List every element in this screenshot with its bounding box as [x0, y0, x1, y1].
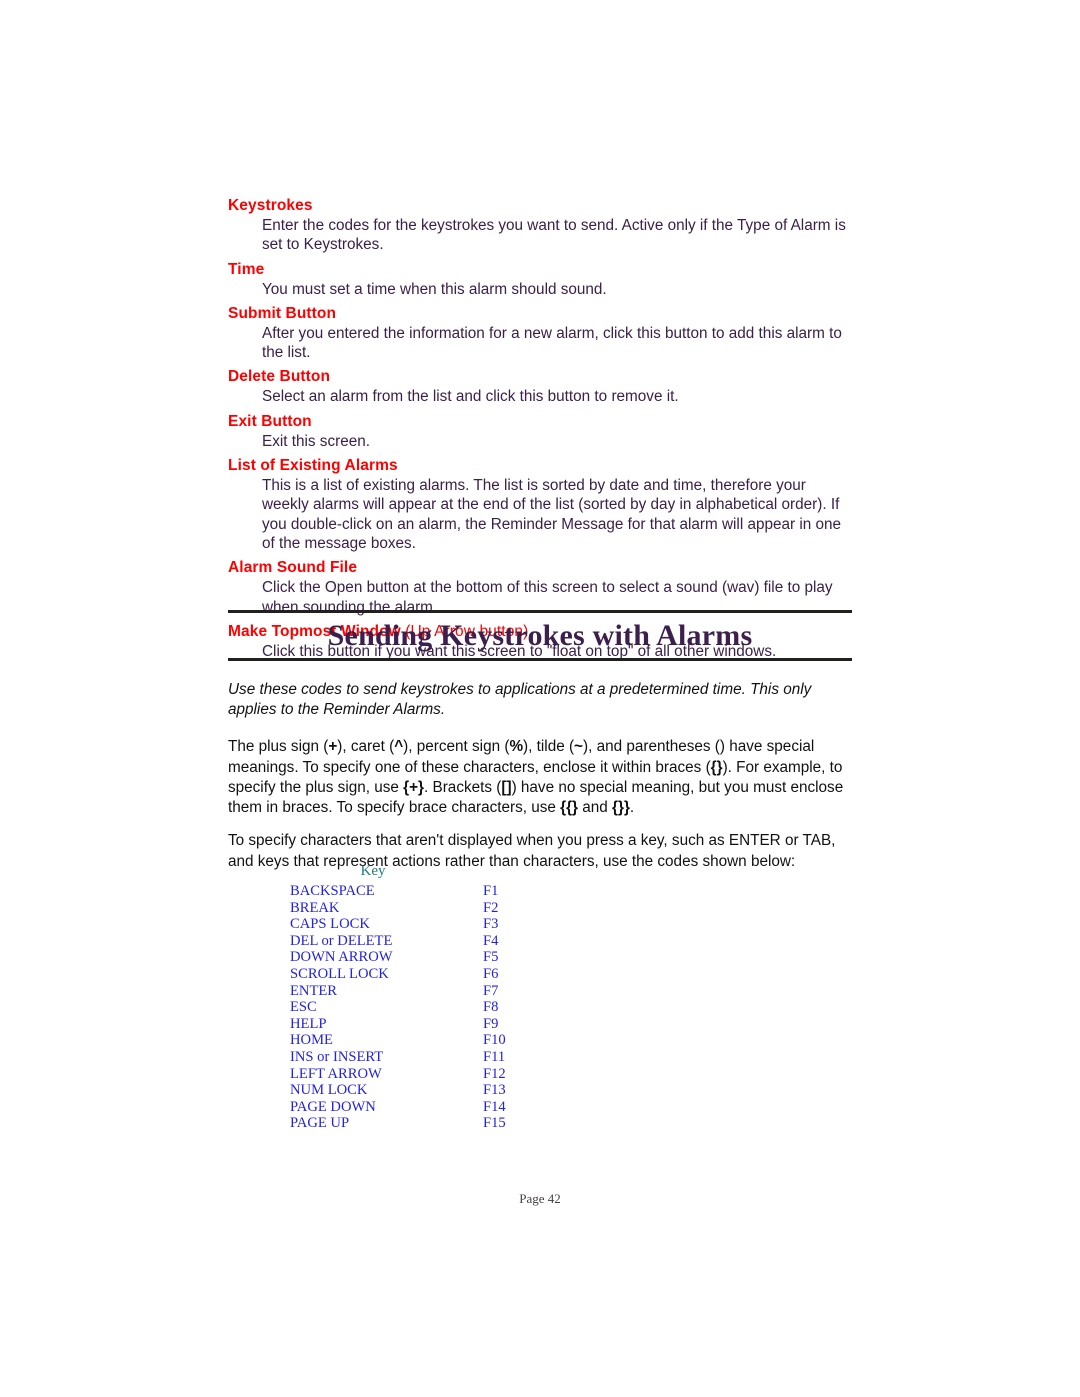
- symbol-brackets: []: [501, 778, 512, 796]
- symbol-percent: %: [509, 738, 524, 756]
- key-name: DOWN ARROW: [290, 949, 393, 966]
- text-fragment: The plus sign (: [228, 738, 329, 756]
- table-row: CAPS LOCK F3: [228, 916, 658, 933]
- special-characters-paragraph: The plus sign (+), caret (^), percent si…: [228, 737, 852, 818]
- key-name: SCROLL LOCK: [290, 965, 389, 982]
- table-row: DEL or DELETE F4: [228, 933, 658, 950]
- key-code: F10: [483, 1032, 506, 1049]
- definition-term: Delete Button: [228, 368, 331, 386]
- heading-rule-bottom: [228, 658, 852, 661]
- key-code: F14: [483, 1098, 506, 1115]
- key-name: BACKSPACE: [290, 883, 375, 899]
- table-row: HELP F9: [228, 1016, 658, 1033]
- chapter-intro-text: Use these codes to send keystrokes to ap…: [228, 681, 812, 719]
- key-code: F7: [483, 982, 499, 999]
- definition-entry: Keystrokes Enter the codes for the keyst…: [228, 196, 852, 255]
- text-fragment: ), caret (: [337, 738, 395, 756]
- symbol-plus: +: [328, 738, 338, 756]
- table-row: SCROLL LOCK F6: [228, 966, 658, 983]
- table-row: NUM LOCK F13: [228, 1082, 658, 1099]
- table-row: ESC F8: [228, 999, 658, 1016]
- key-name: LEFT ARROW: [290, 1065, 382, 1082]
- key-code: F2: [483, 899, 499, 916]
- table-row: INS or INSERT F11: [228, 1049, 658, 1066]
- key-code: F15: [483, 1115, 506, 1132]
- key-code: F1: [483, 883, 499, 899]
- chapter-heading-block: Sending Keystrokes with Alarms: [228, 610, 852, 661]
- key-name: DEL or DELETE: [290, 932, 393, 949]
- page-title: Sending Keystrokes with Alarms: [327, 619, 753, 652]
- symbol-braces: {}: [710, 758, 723, 776]
- key-code: F8: [483, 999, 499, 1016]
- table-row: BACKSPACE F1: [228, 883, 658, 900]
- key-code: F3: [483, 916, 499, 933]
- key-name: NUM LOCK: [290, 1082, 368, 1099]
- definition-term: Submit Button: [228, 304, 337, 322]
- symbol-open-brace-escape: {{}: [560, 798, 579, 816]
- definition-term: Time: [228, 260, 265, 278]
- key-name: ENTER: [290, 982, 338, 999]
- text-fragment: . Brackets (: [424, 778, 502, 796]
- key-name: INS or INSERT: [290, 1048, 384, 1065]
- definition-term: Exit Button: [228, 412, 312, 430]
- definition-description: Enter the codes for the keystrokes you w…: [262, 217, 846, 254]
- document-page: Keystrokes Enter the codes for the keyst…: [0, 0, 1080, 1397]
- definition-description: After you entered the information for a …: [262, 324, 842, 362]
- text-fragment: .: [629, 798, 635, 816]
- key-name: ESC: [290, 999, 317, 1016]
- page-number-footer: Page 42: [519, 1191, 561, 1206]
- definition-term: List of Existing Alarms: [228, 457, 398, 475]
- symbol-close-brace-escape: {}}: [612, 798, 630, 816]
- definition-term: Keystrokes: [228, 197, 313, 214]
- text-fragment: ), percent sign (: [403, 738, 510, 756]
- definition-entry: Exit Button Exit this screen.: [228, 412, 852, 451]
- definition-entry: Time You must set a time when this alarm…: [228, 260, 852, 299]
- table-row: LEFT ARROW F12: [228, 1066, 658, 1083]
- key-name: BREAK: [290, 899, 340, 916]
- key-column-header: Key: [360, 863, 386, 879]
- definition-term: Alarm Sound File: [228, 559, 358, 577]
- definition-entry: List of Existing Alarms This is a list o…: [228, 456, 852, 553]
- definition-description: This is a list of existing alarms. The l…: [262, 477, 842, 552]
- key-code: F11: [483, 1048, 506, 1065]
- key-name: HELP: [290, 1015, 327, 1032]
- definition-description: Select an alarm from the list and click …: [262, 388, 679, 406]
- definition-description: You must set a time when this alarm shou…: [262, 280, 607, 298]
- table-row: PAGE DOWN F14: [228, 1099, 658, 1116]
- symbol-tilde: ~: [574, 738, 583, 756]
- key-name: PAGE UP: [290, 1115, 350, 1132]
- symbol-caret: ^: [394, 738, 404, 756]
- table-row: PAGE UP F15: [228, 1115, 658, 1132]
- key-code-table: Key BACKSPACE F1 BREAK F2 CAPS LOCK F3 D…: [228, 862, 658, 1132]
- definition-entry: Delete Button Select an alarm from the l…: [228, 367, 852, 406]
- key-code: F12: [483, 1065, 506, 1082]
- text-fragment: ), tilde (: [523, 738, 575, 756]
- definition-description: Exit this screen.: [262, 432, 370, 450]
- table-row: ENTER F7: [228, 983, 658, 1000]
- key-name: PAGE DOWN: [290, 1098, 376, 1115]
- definition-entry: Alarm Sound File Click the Open button a…: [228, 558, 852, 617]
- table-row: DOWN ARROW F5: [228, 949, 658, 966]
- text-fragment: and: [578, 798, 613, 816]
- definition-entry: Submit Button After you entered the info…: [228, 304, 852, 363]
- table-row: HOME F10: [228, 1032, 658, 1049]
- key-code: F4: [483, 932, 499, 949]
- key-code: F13: [483, 1082, 506, 1099]
- reference-definition-list: Keystrokes Enter the codes for the keyst…: [228, 196, 852, 661]
- key-code: F5: [483, 949, 499, 966]
- table-row: BREAK F2: [228, 900, 658, 917]
- key-name: HOME: [290, 1032, 333, 1049]
- key-code: F6: [483, 965, 499, 982]
- key-name: CAPS LOCK: [290, 916, 370, 933]
- symbol-brace-plus: {+}: [403, 778, 425, 796]
- key-code: F9: [483, 1015, 499, 1032]
